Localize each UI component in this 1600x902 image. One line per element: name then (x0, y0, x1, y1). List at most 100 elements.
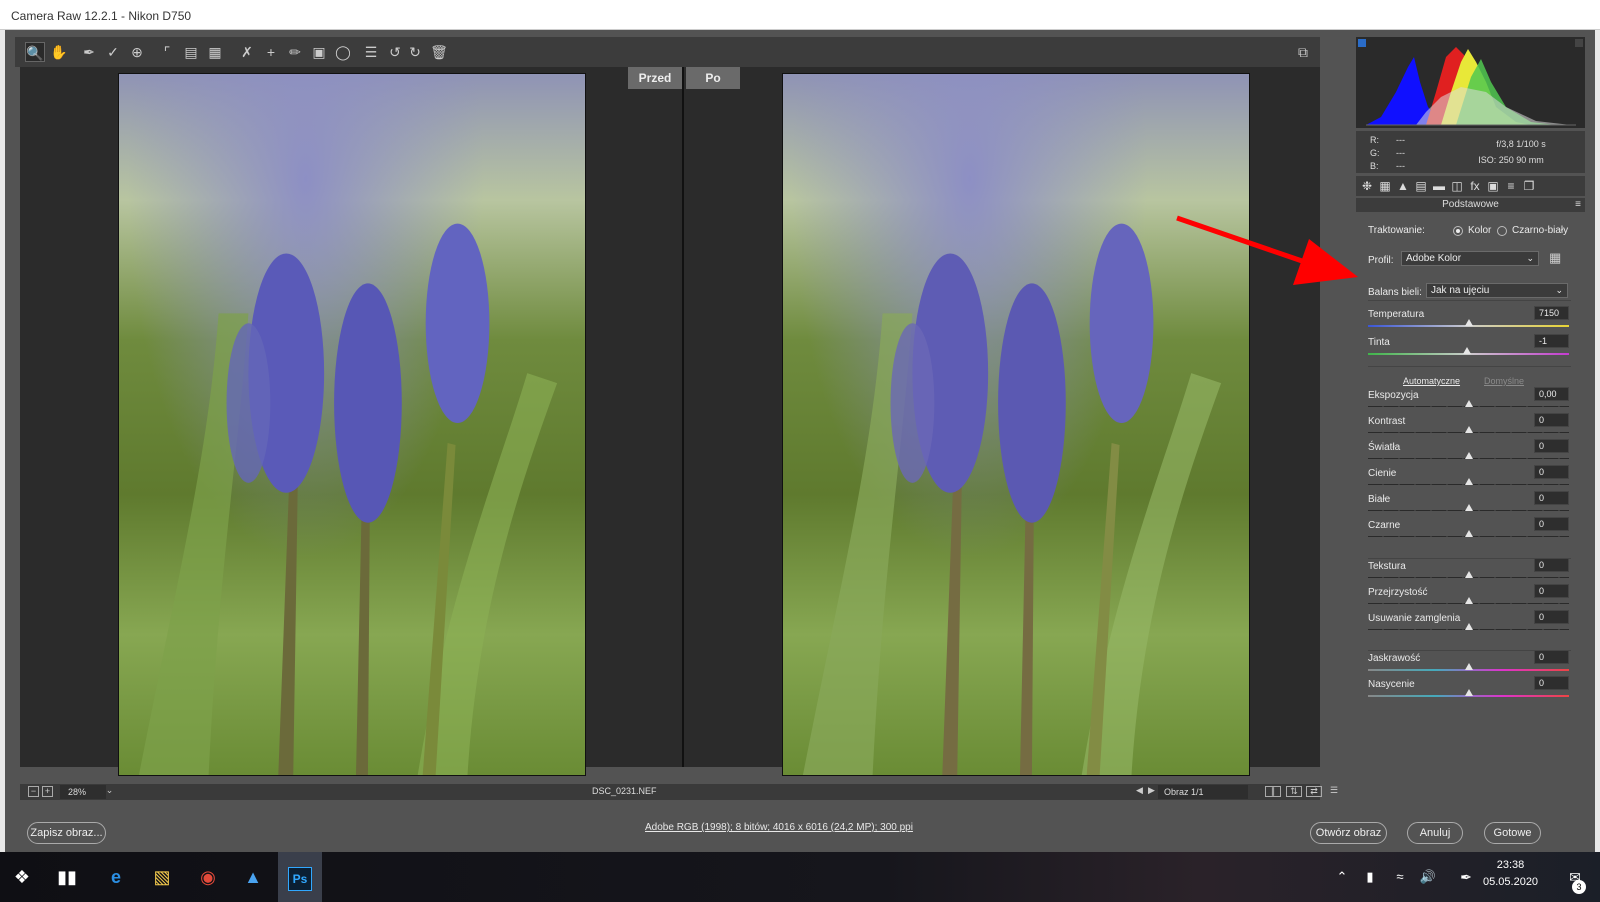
after-image (782, 73, 1250, 776)
slider-value-input[interactable]: 7150 (1534, 306, 1569, 320)
compare-mode-icon[interactable]: ∥ (1265, 786, 1281, 797)
done-button[interactable]: Gotowe (1484, 822, 1541, 844)
chrome-icon[interactable]: ◉ (193, 862, 223, 892)
save-image-button[interactable]: Zapisz obraz... (27, 822, 106, 844)
zoom-in-icon[interactable]: + (42, 786, 53, 797)
slider-thumb[interactable] (1465, 478, 1473, 485)
photos-icon[interactable]: ▲ (238, 862, 268, 892)
treatment-bw-label: Czarno-biały (1512, 225, 1569, 236)
preview-status-bar: − + 28% ⌄ DSC_0231.NEF ◀ ▶ Obraz 1/1 ∥ ⇅… (20, 784, 1338, 800)
rotate-left-icon[interactable]: ↺ (385, 42, 405, 62)
slider-thumb[interactable] (1465, 597, 1473, 604)
color-sampler-icon[interactable]: ✓ (103, 42, 123, 62)
slider-value-input[interactable]: 0 (1534, 517, 1569, 531)
white-balance-icon[interactable]: ✒ (79, 42, 99, 62)
copy-settings-icon[interactable]: ⇄ (1306, 786, 1322, 797)
effects-tab-icon[interactable]: fx (1468, 179, 1482, 193)
battery-icon[interactable]: ▮ (1355, 862, 1385, 892)
slider-thumb[interactable] (1465, 530, 1473, 537)
treatment-bw-radio[interactable] (1497, 226, 1507, 236)
view-settings-icon[interactable]: ☰ (1326, 786, 1342, 797)
slider-value-input[interactable]: 0 (1534, 439, 1569, 453)
slider-value-input[interactable]: 0,00 (1534, 387, 1569, 401)
slider-label: Ekspozycja (1368, 390, 1419, 401)
basic-tab-icon[interactable]: ❉ (1360, 179, 1374, 193)
slider-thumb[interactable] (1465, 571, 1473, 578)
slider-label: Przejrzystość (1368, 587, 1428, 598)
workflow-options-link[interactable]: Adobe RGB (1998); 8 bitów; 4016 x 6016 (… (645, 822, 913, 833)
wifi-icon[interactable]: ≈ (1385, 862, 1415, 892)
task-view-icon[interactable]: ▮▮ (52, 862, 82, 892)
crop-icon[interactable]: ⌜ (157, 42, 177, 62)
zoom-icon[interactable]: 🔍 (25, 42, 45, 62)
trash-icon[interactable]: 🗑 (429, 42, 449, 62)
file-explorer-icon[interactable]: ▧ (147, 862, 177, 892)
spot-removal-icon[interactable]: ✗ (237, 42, 257, 62)
r-label: R: (1370, 135, 1379, 145)
open-image-button[interactable]: Otwórz obraz (1310, 822, 1387, 844)
fullscreen-icon[interactable]: ⧉ (1293, 42, 1313, 62)
slider-thumb[interactable] (1465, 504, 1473, 511)
swap-views-icon[interactable]: ⇅ (1286, 786, 1302, 797)
slider-value-input[interactable]: 0 (1534, 584, 1569, 598)
camera-info: R: G: B: --- --- --- f/3,8 1/100 s ISO: … (1356, 131, 1585, 173)
tone-curve-tab-icon[interactable]: ▦ (1378, 179, 1392, 193)
calibration-tab-icon[interactable]: ▣ (1486, 179, 1500, 193)
split-toning-tab-icon[interactable]: ▬ (1432, 179, 1446, 193)
slider-label: Czarne (1368, 520, 1401, 531)
slider-value-input[interactable]: 0 (1534, 413, 1569, 427)
adjustment-brush-icon[interactable]: ✏ (285, 42, 305, 62)
treatment-color-radio[interactable] (1453, 226, 1463, 236)
graduated-filter-icon[interactable]: ▣ (309, 42, 329, 62)
pen-icon[interactable]: ✒ (1451, 862, 1481, 892)
before-tab[interactable]: Przed (628, 67, 682, 89)
detail-tab-icon[interactable]: ▲ (1396, 179, 1410, 193)
windows-start-icon[interactable]: ❖ (7, 862, 37, 892)
slider-value-input[interactable]: 0 (1534, 676, 1569, 690)
slider-value-input[interactable]: 0 (1534, 465, 1569, 479)
auto-link[interactable]: Automatyczne (1403, 376, 1460, 386)
photoshop-taskbar-button[interactable]: Ps (278, 852, 322, 902)
slider-value-input[interactable]: 0 (1534, 610, 1569, 624)
rotate-right-icon[interactable]: ↻ (405, 42, 425, 62)
clock[interactable]: 23:38 05.05.2020 (1483, 857, 1538, 891)
wb-select[interactable]: Jak na ujęciu ⌄ (1426, 283, 1568, 298)
volume-icon[interactable]: 🔊 (1413, 862, 1443, 892)
slider-thumb[interactable] (1465, 400, 1473, 407)
panel-menu-icon[interactable]: ≡ (1575, 198, 1581, 212)
slider-value-input[interactable]: 0 (1534, 558, 1569, 572)
slider-thumb[interactable] (1465, 426, 1473, 433)
presets-tab-icon[interactable]: ≡ (1504, 179, 1518, 193)
hand-icon[interactable]: ✋ (49, 42, 69, 62)
transform-icon[interactable]: ▦ (205, 42, 225, 62)
presets-list-icon[interactable]: ☰ (361, 42, 381, 62)
profile-browser-icon[interactable]: ▦ (1549, 250, 1565, 266)
red-eye-icon[interactable]: + (261, 42, 281, 62)
treatment-color-label: Kolor (1468, 225, 1492, 236)
slider-value-input[interactable]: 0 (1534, 650, 1569, 664)
zoom-dropdown-icon[interactable]: ⌄ (104, 786, 115, 797)
slider-thumb[interactable] (1465, 663, 1473, 670)
default-link[interactable]: Domyślne (1484, 376, 1524, 386)
snapshots-tab-icon[interactable]: ❐ (1522, 179, 1536, 193)
cancel-button[interactable]: Anuluj (1407, 822, 1463, 844)
radial-filter-icon[interactable]: ◯ (333, 42, 353, 62)
hsl-tab-icon[interactable]: ▤ (1414, 179, 1428, 193)
slider-thumb[interactable] (1463, 347, 1471, 354)
chevron-up-icon[interactable]: ⌃ (1327, 862, 1357, 892)
edge-icon[interactable]: e (101, 862, 131, 892)
lens-tab-icon[interactable]: ◫ (1450, 179, 1464, 193)
slider-thumb[interactable] (1465, 452, 1473, 459)
slider-thumb[interactable] (1465, 623, 1473, 630)
prev-image-icon[interactable]: ◀ (1134, 786, 1145, 797)
slider-thumb[interactable] (1465, 319, 1473, 326)
straighten-icon[interactable]: ▤ (181, 42, 201, 62)
zoom-out-icon[interactable]: − (28, 786, 39, 797)
after-tab[interactable]: Po (686, 67, 740, 89)
slider-thumb[interactable] (1465, 689, 1473, 696)
target-adjust-icon[interactable]: ⊕ (127, 42, 147, 62)
profile-select[interactable]: Adobe Kolor ⌄ (1401, 251, 1539, 266)
slider-value-input[interactable]: 0 (1534, 491, 1569, 505)
slider-value-input[interactable]: -1 (1534, 334, 1569, 348)
next-image-icon[interactable]: ▶ (1146, 786, 1157, 797)
